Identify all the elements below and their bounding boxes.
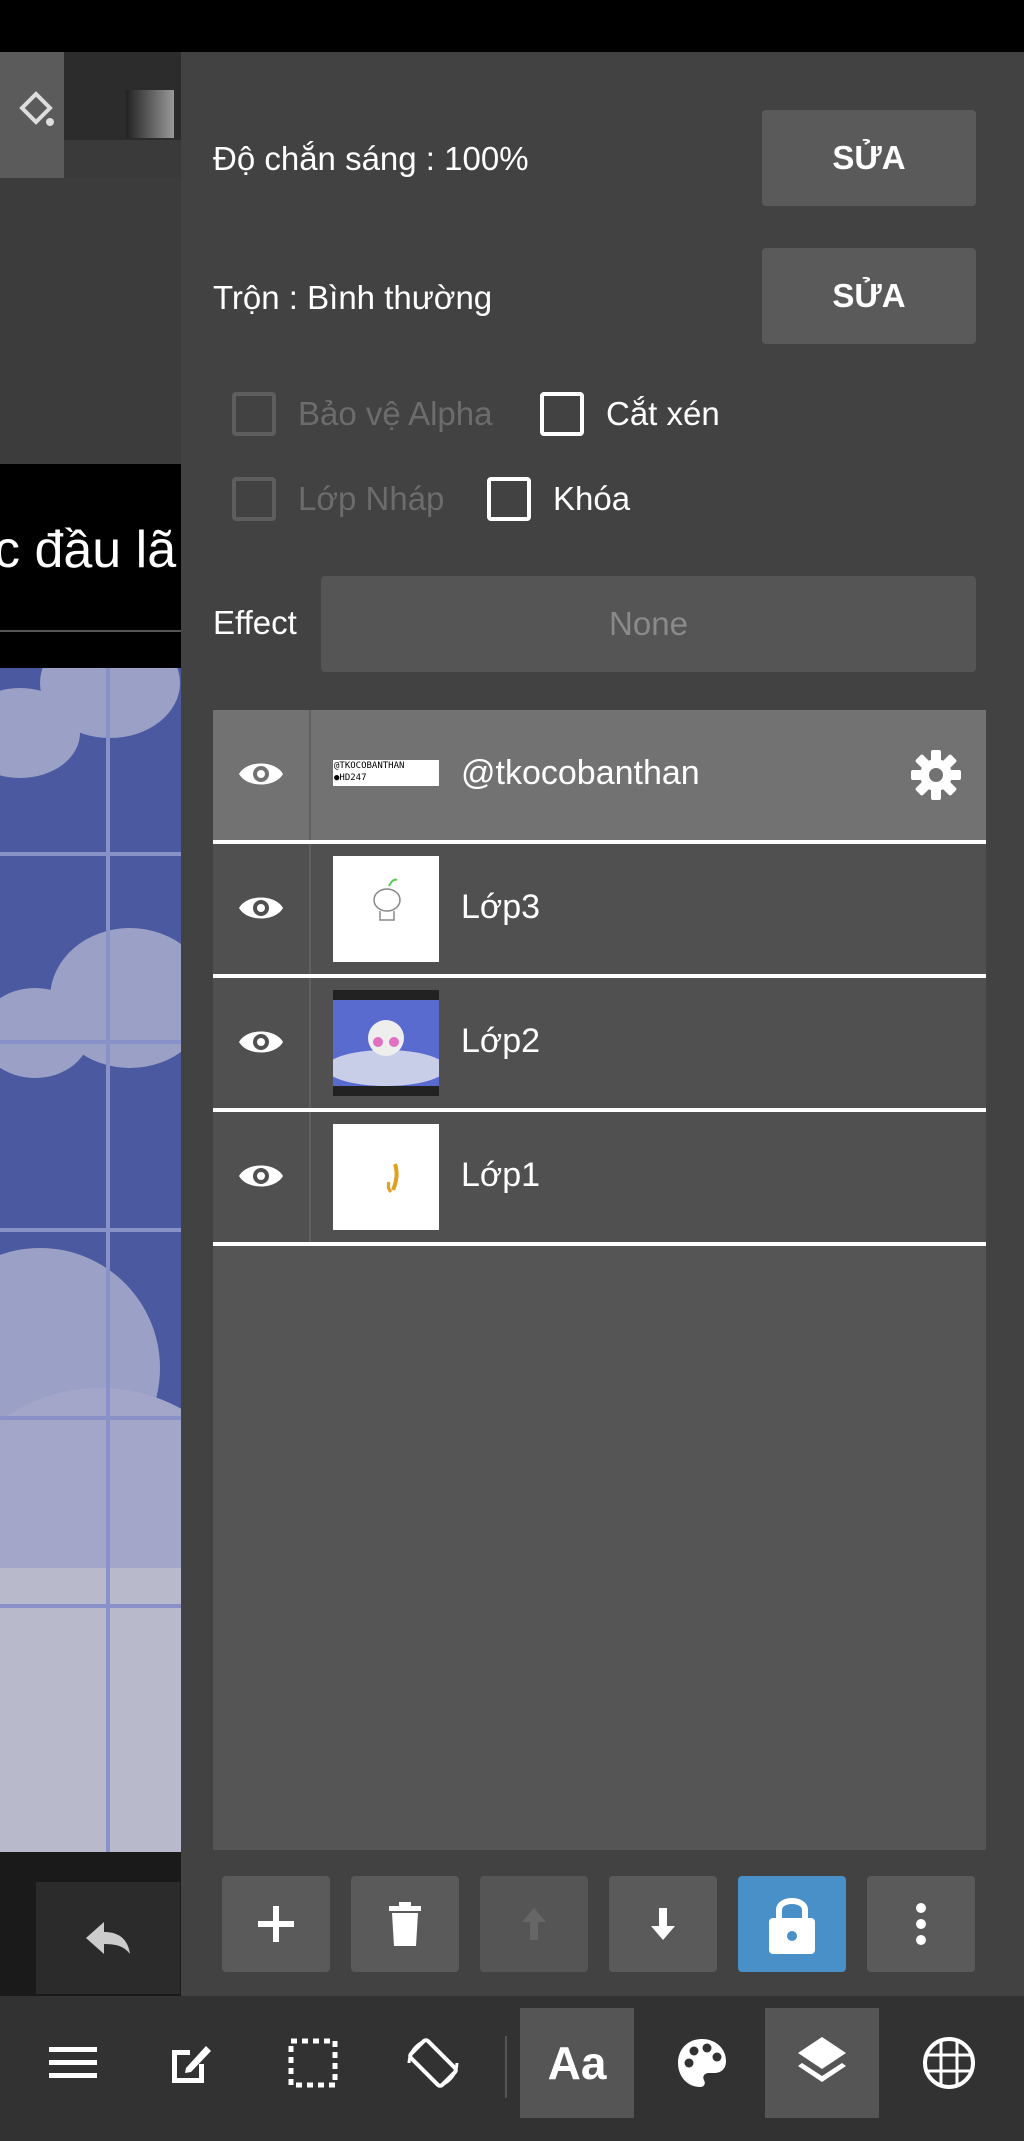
- layer-tools: [222, 1876, 978, 1972]
- menu-icon: [49, 2047, 97, 2078]
- layer-item[interactable]: @TKOCOBANTHAN ●HD247 @tkocobanthan: [213, 710, 986, 840]
- layer-thumbnail: @TKOCOBANTHAN ●HD247: [333, 722, 439, 828]
- arrow-up-icon: [522, 1908, 546, 1940]
- gradient-tool-button[interactable]: [126, 90, 174, 138]
- canvas-artwork[interactable]: [0, 668, 181, 1852]
- undo-button[interactable]: [36, 1882, 180, 1994]
- rotate-canvas-button[interactable]: [376, 2008, 490, 2118]
- grid-line: [0, 1416, 181, 1420]
- clipping-checkbox[interactable]: Cắt xén: [540, 392, 720, 436]
- canvas-background: [0, 178, 181, 464]
- grid-line: [0, 852, 181, 856]
- grid-circle-icon: [923, 2037, 975, 2089]
- selection-icon: [288, 2038, 338, 2088]
- layer-divider: [309, 1112, 311, 1242]
- layer-divider: [309, 978, 311, 1108]
- grid-line: [0, 1228, 181, 1232]
- checkbox-box: [232, 477, 276, 521]
- lock-label: Khóa: [553, 480, 631, 517]
- sketch-thumbnail: [386, 1163, 399, 1194]
- text-tool-button[interactable]: Aa: [520, 2008, 634, 2118]
- grid-line: [0, 1040, 181, 1044]
- layer-thumbnail: [333, 990, 439, 1096]
- visibility-eye-icon[interactable]: [237, 1156, 285, 1196]
- status-bar: [0, 0, 1024, 52]
- checkbox-box: [487, 477, 531, 521]
- more-vertical-icon: [916, 1903, 926, 1945]
- draft-layer-label: Lớp Nháp: [298, 480, 445, 517]
- layers-icon: [798, 2037, 846, 2082]
- edit-icon: [172, 2046, 211, 2083]
- grid-line: [0, 1604, 181, 1608]
- lock-checkbox[interactable]: Khóa: [487, 477, 630, 521]
- grid-line: [106, 668, 110, 1852]
- artwork-thumbnail: [333, 990, 439, 1096]
- gear-icon[interactable]: [909, 748, 963, 802]
- edit-button[interactable]: [134, 2008, 248, 2118]
- selection-button[interactable]: [256, 2008, 370, 2118]
- grid-view-button[interactable]: [892, 2008, 1006, 2118]
- visibility-eye-icon[interactable]: [237, 754, 285, 794]
- layer-divider: [309, 844, 311, 974]
- add-layer-button[interactable]: [222, 1876, 330, 1972]
- effect-select-button[interactable]: None: [321, 576, 976, 672]
- visibility-eye-icon[interactable]: [237, 888, 285, 928]
- layers-button[interactable]: [765, 2008, 879, 2118]
- menu-button[interactable]: [16, 2008, 130, 2118]
- palette-icon: [678, 2039, 726, 2087]
- alpha-protect-label: Bảo vệ Alpha: [298, 395, 493, 432]
- canvas-area[interactable]: c đầu lã: [0, 52, 181, 1996]
- canvas-text: c đầu lã: [0, 521, 177, 579]
- trash-icon: [389, 1902, 421, 1946]
- blend-mode-edit-button[interactable]: SỬA: [762, 248, 976, 344]
- opacity-edit-button[interactable]: SỬA: [762, 110, 976, 206]
- layer-name: Lớp3: [461, 888, 541, 926]
- delete-layer-button[interactable]: [351, 1876, 459, 1972]
- layer-thumbnail: [333, 1124, 439, 1230]
- fill-bucket-icon: [19, 91, 54, 126]
- thumb-banner: @TKOCOBANTHAN ●HD247: [333, 760, 439, 786]
- fill-tool-button[interactable]: [0, 52, 64, 178]
- thumb-text: @TKOCOBANTHAN ●HD247: [334, 761, 405, 783]
- color-palette-button[interactable]: [645, 2008, 759, 2118]
- text-tool-label: Aa: [547, 2037, 607, 2089]
- layer-name: Lớp1: [461, 1156, 541, 1194]
- toolbar-divider: [505, 2036, 507, 2098]
- layer-item[interactable]: Lớp1: [213, 1112, 986, 1242]
- plus-icon: [258, 1906, 294, 1942]
- layer-thumbnail: [333, 856, 439, 962]
- layer-name: @tkocobanthan: [461, 754, 700, 792]
- undo-icon: [86, 1922, 130, 1954]
- clipping-label: Cắt xén: [606, 395, 720, 432]
- visibility-eye-icon[interactable]: [237, 1022, 285, 1062]
- move-layer-up-button[interactable]: [480, 1876, 588, 1972]
- draft-layer-checkbox[interactable]: Lớp Nháp: [232, 477, 444, 521]
- main-toolbar: Aa: [0, 1996, 1024, 2141]
- layer-item[interactable]: Lớp2: [213, 978, 986, 1108]
- arrow-down-icon: [651, 1908, 675, 1940]
- layer-name: Lớp2: [461, 1022, 541, 1060]
- layer-list[interactable]: @TKOCOBANTHAN ●HD247 @tkocobanthan Lớp3 …: [213, 710, 986, 1850]
- layer-item[interactable]: Lớp3: [213, 844, 986, 974]
- lock-layer-button[interactable]: [738, 1876, 846, 1972]
- move-layer-down-button[interactable]: [609, 1876, 717, 1972]
- blend-mode-label: Trộn : Bình thường: [213, 279, 493, 316]
- lock-icon: [769, 1898, 815, 1954]
- layer-divider: [309, 710, 311, 840]
- canvas-divider: [0, 630, 181, 632]
- sketch-thumbnail: [373, 878, 401, 921]
- layer-more-button[interactable]: [867, 1876, 975, 1972]
- layer-separator: [213, 1242, 986, 1246]
- checkbox-box: [232, 392, 276, 436]
- opacity-label: Độ chắn sáng : 100%: [213, 140, 529, 177]
- alpha-protect-checkbox[interactable]: Bảo vệ Alpha: [232, 392, 493, 436]
- checkbox-box: [540, 392, 584, 436]
- canvas-light-area: [0, 1568, 181, 1852]
- rotate-icon: [407, 2038, 459, 2088]
- effect-label: Effect: [213, 604, 297, 641]
